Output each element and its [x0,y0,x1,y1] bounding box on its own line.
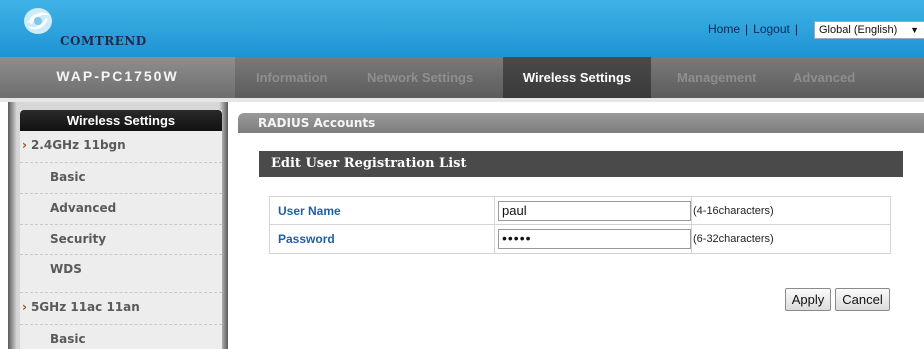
column-divider [691,197,692,225]
dropdown-arrow-icon: ▼ [910,25,919,35]
sidebar-item-security[interactable]: Security [20,224,222,252]
cancel-button[interactable]: Cancel [835,288,890,311]
tab-advanced[interactable]: Advanced [793,57,855,98]
tab-network-settings[interactable]: Network Settings [367,57,473,98]
sidebar: Wireless Settings › 2.4GHz 11bgn Basic Ad… [8,102,228,349]
comtrend-logo: COMTREND [18,4,146,54]
tab-management[interactable]: Management [677,57,756,98]
username-hint: (4-16characters) [693,205,774,217]
sidebar-group-5ghz[interactable]: › 5GHz 11ac 11an [20,292,222,320]
sidebar-item-advanced[interactable]: Advanced [20,193,222,221]
column-divider [494,197,495,225]
sidebar-menu: Wireless Settings › 2.4GHz 11bgn Basic Ad… [20,110,222,349]
chevron-right-icon: › [22,138,27,152]
header-bar: COMTREND Home | Logout | Global (English) ▼ [0,0,924,57]
model-name: WAP-PC1750W [0,57,235,98]
password-label: Password [278,232,335,246]
user-registration-form: User Name paul (4-16characters) Password… [269,196,891,254]
password-hint: (6-32characters) [693,233,774,245]
logout-link[interactable]: Logout [753,22,790,36]
panel-header: RADIUS Accounts [238,113,924,133]
username-label: User Name [278,204,341,218]
sidebar-group-label: 2.4GHz 11bgn [30,138,126,152]
column-divider [494,225,495,253]
password-input[interactable]: ••••• [498,229,691,249]
sidebar-title: Wireless Settings [20,110,222,131]
apply-button[interactable]: Apply [785,288,831,311]
swirl-logo-icon [24,8,52,34]
top-links: Home | Logout | [708,22,803,36]
section-title: Edit User Registration List [259,151,903,177]
language-value: Global (English) [819,24,898,36]
sidebar-group-label: 5GHz 11ac 11an [30,300,140,314]
link-separator: | [745,22,749,36]
language-select[interactable]: Global (English) ▼ [814,21,924,39]
home-link[interactable]: Home [708,22,740,36]
username-input[interactable]: paul [498,201,691,221]
column-divider [691,225,692,253]
tab-wireless-settings[interactable]: Wireless Settings [503,57,651,98]
link-separator: | [794,22,798,36]
form-row-username: User Name paul (4-16characters) [270,197,890,225]
panel-title: RADIUS Accounts [258,116,376,130]
sidebar-item-basic-5ghz[interactable]: Basic [20,324,222,349]
form-row-password: Password ••••• (6-32characters) [270,225,890,253]
tab-information[interactable]: Information [256,57,328,98]
brand-name: COMTREND [60,34,147,48]
sidebar-item-wds[interactable]: WDS [20,254,222,282]
chevron-right-icon: › [22,300,27,314]
main-nav: WAP-PC1750W Information Network Settings… [0,57,924,98]
sidebar-group-2-4ghz[interactable]: › 2.4GHz 11bgn [20,134,222,156]
sidebar-item-basic[interactable]: Basic [20,162,222,190]
